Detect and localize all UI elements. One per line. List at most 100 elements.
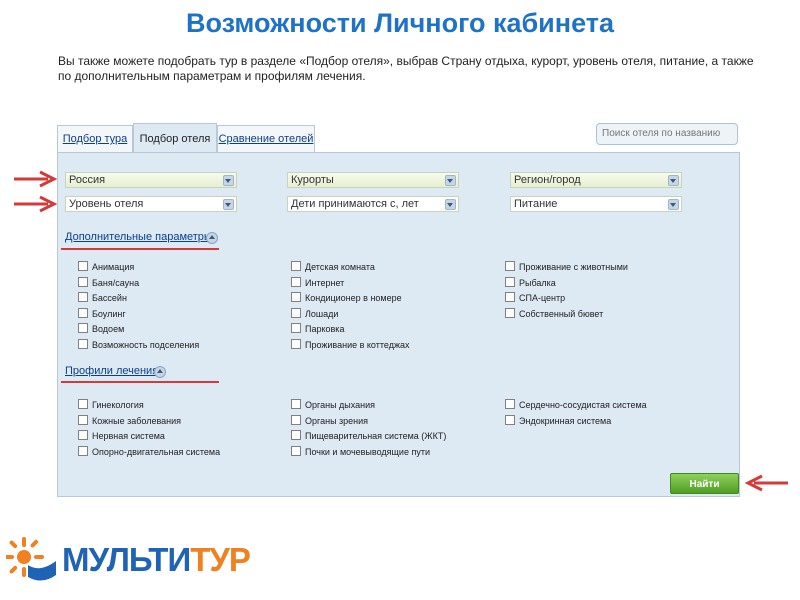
checkbox-option[interactable]: Бассейн (78, 292, 127, 304)
sun-icon (6, 537, 56, 581)
checkbox[interactable] (291, 430, 301, 441)
tab-hotel-search[interactable]: Подбор отеля (133, 123, 217, 153)
chevron-down-icon (445, 199, 456, 210)
checkbox[interactable] (291, 307, 301, 318)
checkbox-label: Водоем (92, 324, 125, 335)
checkbox-option[interactable]: СПА-центр (505, 292, 565, 304)
region-select[interactable]: Регион/город (510, 172, 682, 188)
checkbox[interactable] (291, 261, 301, 271)
checkbox[interactable] (505, 307, 515, 318)
hotel-level-select-value: Уровень отеля (69, 198, 144, 210)
checkbox-option[interactable]: Собственный бювет (505, 307, 604, 320)
treatment-profiles-toggle[interactable]: Профили лечения: (65, 365, 161, 377)
hotel-name-search-input[interactable] (596, 123, 738, 145)
checkbox[interactable] (78, 292, 88, 303)
checkbox-label: Проживание в коттеджах (305, 340, 410, 350)
hotel-level-select[interactable]: Уровень отеля (65, 196, 237, 212)
country-select-value: Россия (69, 174, 106, 186)
checkbox-option[interactable]: Опорно-двигательная система (78, 445, 221, 458)
arrow-right-icon (14, 195, 58, 213)
checkbox-label: СПА-центр (519, 293, 566, 304)
logo-wordmark: МУЛЬТИТУР (62, 541, 251, 579)
checkbox[interactable] (78, 323, 88, 334)
checkbox[interactable] (291, 323, 301, 334)
checkbox-option[interactable]: Рыбалка (505, 276, 556, 289)
arrow-right-icon (14, 170, 58, 188)
checkbox[interactable] (78, 445, 88, 456)
checkbox[interactable] (78, 261, 88, 271)
checkbox-label: Эндокринная система (519, 415, 612, 426)
collapse-icon[interactable] (154, 366, 166, 378)
find-button[interactable]: Найти (670, 473, 739, 494)
checkbox[interactable] (78, 276, 88, 287)
hotel-search-panel: Подбор тура Подбор отеля Сравнение отеле… (57, 123, 740, 497)
highlight-underline (61, 381, 219, 383)
checkbox-option[interactable]: Нервная система (78, 430, 165, 442)
checkbox[interactable] (291, 445, 301, 456)
highlight-underline (61, 248, 219, 250)
checkbox-label: Детская комната (305, 262, 375, 272)
checkbox-option[interactable]: Проживание с животными (505, 261, 628, 273)
checkbox-option[interactable]: Парковка (291, 323, 344, 335)
logo-part2: ТУР (190, 541, 251, 578)
checkbox-option[interactable]: Интернет (291, 276, 344, 289)
checkbox[interactable] (291, 292, 301, 303)
checkbox[interactable] (505, 261, 515, 271)
checkbox-label: Кожные заболевания (92, 415, 182, 426)
slide-title: Возможности Личного кабинета (186, 8, 614, 38)
checkbox[interactable] (78, 414, 88, 425)
checkbox-option[interactable]: Кондиционер в номере (291, 292, 402, 304)
checkbox[interactable] (505, 276, 515, 287)
children-age-select[interactable]: Дети принимаются с, лет (287, 196, 459, 212)
checkbox-label: Органы дыхания (305, 400, 376, 410)
panel-body: Россия Курорты Регион/город Уровень отел… (57, 152, 740, 497)
resorts-select[interactable]: Курорты (287, 172, 459, 188)
collapse-icon[interactable] (206, 232, 218, 244)
checkbox[interactable] (291, 276, 301, 287)
checkbox[interactable] (505, 399, 515, 409)
checkbox[interactable] (291, 399, 301, 409)
checkbox[interactable] (78, 307, 88, 318)
checkbox-label: Опорно-двигательная система (92, 446, 221, 457)
checkbox-label: Пищеварительная система (ЖКТ) (305, 431, 447, 442)
checkbox-option[interactable]: Кожные заболевания (78, 414, 182, 427)
checkbox-label: Органы зрения (305, 415, 369, 426)
checkbox-option[interactable]: Детская комната (291, 261, 375, 273)
logo-part1: МУЛЬТИ (62, 541, 191, 578)
checkbox-option[interactable]: Эндокринная система (505, 414, 612, 427)
checkbox-option[interactable]: Пищеварительная система (ЖКТ) (291, 430, 446, 442)
checkbox-label: Гинекология (92, 400, 144, 410)
checkbox[interactable] (505, 414, 515, 425)
checkbox-option[interactable]: Органы дыхания (291, 399, 375, 411)
meals-select-value: Питание (514, 198, 558, 210)
meals-select[interactable]: Питание (510, 196, 682, 212)
checkbox-option[interactable]: Гинекология (78, 399, 144, 411)
country-select[interactable]: Россия (65, 172, 237, 188)
checkbox-option[interactable]: Сердечно-сосудистая система (505, 399, 647, 411)
checkbox[interactable] (78, 430, 88, 441)
checkbox-label: Сердечно-сосудистая система (519, 400, 647, 410)
checkbox-option[interactable]: Боулинг (78, 307, 126, 320)
checkbox[interactable] (291, 414, 301, 425)
checkbox-label: Собственный бювет (519, 308, 604, 319)
checkbox[interactable] (291, 339, 301, 349)
checkbox[interactable] (505, 292, 515, 303)
extra-params-toggle[interactable]: Дополнительные параметры: (65, 231, 215, 243)
checkbox[interactable] (78, 399, 88, 409)
checkbox-option[interactable]: Водоем (78, 323, 124, 335)
tab-hotel-compare[interactable]: Сравнение отелей (217, 125, 315, 152)
checkbox-option[interactable]: Баня/сауна (78, 276, 139, 289)
checkbox-option[interactable]: Органы зрения (291, 414, 369, 427)
chevron-down-icon (668, 199, 679, 210)
checkbox-label: Лошади (305, 308, 339, 319)
checkbox-label: Возможность подселения (92, 340, 200, 350)
tab-tour-search[interactable]: Подбор тура (57, 125, 133, 152)
checkbox-option[interactable]: Лошади (291, 307, 339, 320)
checkbox-option[interactable]: Проживание в коттеджах (291, 339, 409, 351)
checkbox-option[interactable]: Возможность подселения (78, 339, 199, 351)
region-select-value: Регион/город (514, 174, 581, 186)
checkbox[interactable] (78, 339, 88, 349)
checkbox-option[interactable]: Почки и мочевыводящие пути (291, 445, 430, 458)
checkbox-option[interactable]: Анимация (78, 261, 134, 273)
slide-description: Вы также можете подобрать тур в разделе … (58, 54, 754, 83)
